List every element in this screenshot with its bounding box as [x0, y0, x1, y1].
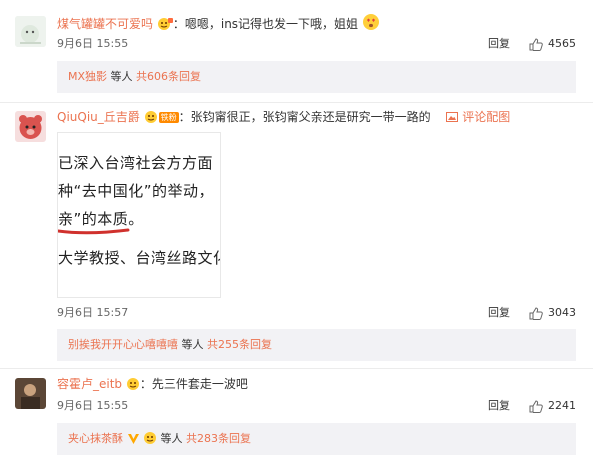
comment-time: 9月6日 15:57 — [57, 306, 129, 319]
reply-summary[interactable]: 别挨我开开心心嘻嘻嘻 等人 共255条回复 — [57, 329, 576, 361]
comment-text: 张钧甯很正，张钧甯父亲还是研究一带一路的 — [190, 110, 431, 124]
comment-colon: ： — [172, 17, 185, 31]
comment-meta: 9月6日 15:55 回复 2241 — [57, 398, 576, 414]
emoji-badge-icon — [126, 377, 140, 395]
emoji-badge-icon — [157, 17, 173, 35]
comment-item: QiuQiu_丘吉爵 铁粉 ：张钧甯很正，张钧甯父亲还是研究一带一路的 评论配图 … — [0, 103, 593, 368]
comment-text: 先三件套走一波吧 — [151, 377, 248, 391]
reply-summary-middle: 等人 — [181, 338, 204, 351]
verified-v-icon — [127, 426, 140, 456]
avatar[interactable] — [15, 16, 46, 47]
comment-username[interactable]: 容霍卢_eitb — [57, 377, 122, 391]
reply-summary[interactable]: MX独影 等人 共606条回复 — [57, 61, 576, 93]
reply-summary-middle: 等人 — [110, 70, 133, 83]
like-count: 3043 — [548, 306, 576, 319]
thumbs-up-icon — [529, 399, 543, 413]
emoji-heart-eyes-icon — [362, 13, 380, 35]
avatar[interactable] — [15, 378, 46, 409]
underline-mark — [58, 228, 130, 235]
reply-user-link[interactable]: 别挨我开开心心嘻嘻嘻 — [68, 338, 178, 351]
fan-badge: 铁粉 — [158, 112, 179, 123]
thumbs-up-icon — [529, 37, 543, 51]
image-text-line: 大学教授、台湾丝路文化 — [58, 249, 221, 267]
comment-time: 9月6日 15:55 — [57, 399, 129, 412]
like-button[interactable]: 2241 — [529, 398, 576, 414]
comment-item: 容霍卢_eitb ：先三件套走一波吧 9月6日 15:55 回复 2241 夹心… — [0, 369, 593, 456]
like-button[interactable]: 4565 — [529, 36, 576, 52]
reply-button[interactable]: 回复 — [488, 305, 510, 321]
comment-picture-button[interactable]: 评论配图 — [446, 110, 510, 124]
reply-user-link[interactable]: MX独影 — [68, 70, 107, 83]
reply-summary[interactable]: 夹心抹茶酥 等人 共283条回复 — [57, 423, 576, 455]
thumbs-up-icon — [529, 306, 543, 320]
reply-button[interactable]: 回复 — [488, 398, 510, 414]
comment-item: 煤气罐罐不可爱吗 ：嗯嗯，ins记得也发一下哦，姐姐 9月6日 15:55 回复… — [0, 0, 593, 103]
comment-colon: ： — [139, 377, 152, 391]
like-count: 2241 — [548, 399, 576, 412]
comment-meta: 9月6日 15:57 回复 3043 — [57, 305, 576, 321]
avatar[interactable] — [15, 111, 46, 142]
reply-summary-middle: 等人 — [160, 432, 183, 445]
comment-username[interactable]: QiuQiu_丘吉爵 — [57, 110, 140, 124]
comment-picture-label: 评论配图 — [462, 110, 511, 124]
comment-meta: 9月6日 15:55 回复 4565 — [57, 36, 576, 52]
image-text-line: 种“去中国化”的举动， — [58, 182, 215, 200]
like-count: 4565 — [548, 37, 576, 50]
reply-count-link[interactable]: 共255条回复 — [207, 338, 272, 351]
image-text-line: 已深入台湾社会方方面 — [58, 154, 214, 172]
comment-text: 嗯嗯，ins记得也发一下哦，姐姐 — [184, 17, 359, 31]
reply-user-link[interactable]: 夹心抹茶酥 — [68, 432, 123, 445]
like-button[interactable]: 3043 — [529, 305, 576, 321]
image-icon — [446, 112, 459, 122]
comment-time: 9月6日 15:55 — [57, 37, 129, 50]
comment-colon: ： — [178, 110, 191, 124]
emoji-badge-icon — [143, 426, 157, 456]
comment-username[interactable]: 煤气罐罐不可爱吗 — [57, 17, 153, 31]
comment-image[interactable]: 已深入台湾社会方方面 种“去中国化”的举动， 亲”的本质。 大学教授、台湾丝路文… — [57, 132, 221, 298]
emoji-badge-icon — [144, 110, 158, 128]
reply-button[interactable]: 回复 — [488, 36, 510, 52]
reply-count-link[interactable]: 共606条回复 — [136, 70, 201, 83]
reply-count-link[interactable]: 共283条回复 — [186, 432, 251, 445]
